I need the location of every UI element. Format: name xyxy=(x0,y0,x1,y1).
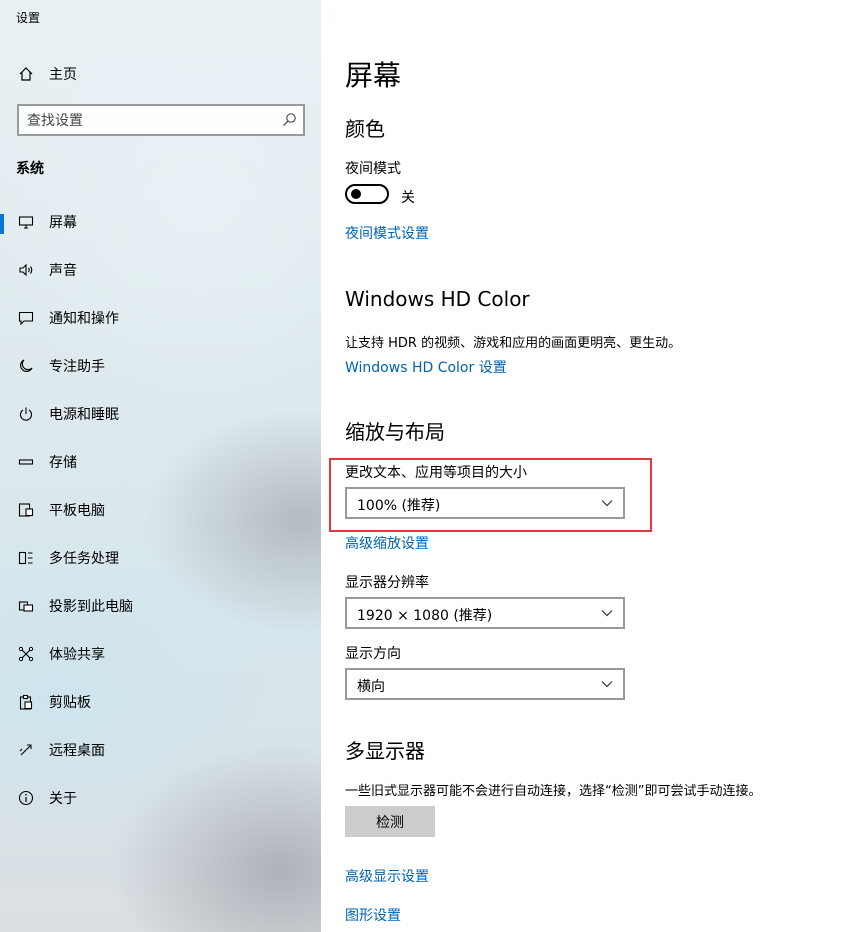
sidebar-item-home[interactable]: 主页 xyxy=(0,54,321,94)
scale-value: 100% (推荐) xyxy=(357,498,441,514)
sidebar-item-label: 剪贴板 xyxy=(49,695,91,711)
scale-dropdown[interactable]: 100% (推荐) xyxy=(345,487,625,519)
sidebar-item-notifications[interactable]: 通知和操作 xyxy=(0,298,321,338)
main-content: 屏幕 颜色 夜间模式 关 夜间模式设置 Windows HD Color 让支持… xyxy=(321,0,845,932)
orientation-dropdown[interactable]: 横向 xyxy=(345,668,625,700)
search-box[interactable] xyxy=(17,104,305,136)
advanced-display-settings-link[interactable]: 高级显示设置 xyxy=(345,866,429,886)
hdr-settings-link[interactable]: Windows HD Color 设置 xyxy=(345,357,507,377)
project-icon xyxy=(17,597,35,615)
sidebar-item-label: 电源和睡眠 xyxy=(49,407,119,423)
orientation-value: 横向 xyxy=(357,679,385,695)
sidebar-item-tablet[interactable]: 平板电脑 xyxy=(0,490,321,530)
sidebar-item-label: 多任务处理 xyxy=(49,551,119,567)
sidebar-item-display[interactable]: 屏幕 xyxy=(0,202,321,242)
sidebar-item-sound[interactable]: 声音 xyxy=(0,250,321,290)
sidebar-item-label: 存储 xyxy=(49,455,77,471)
section-heading-multiple-displays: 多显示器 xyxy=(345,739,425,763)
page-title: 屏幕 xyxy=(345,59,402,92)
graphics-settings-link[interactable]: 图形设置 xyxy=(345,905,401,925)
monitor-icon xyxy=(17,213,35,231)
advanced-scaling-link[interactable]: 高级缩放设置 xyxy=(345,533,429,553)
sidebar-item-label: 主页 xyxy=(49,67,77,83)
chevron-down-icon xyxy=(601,498,613,508)
search-icon[interactable] xyxy=(281,112,297,128)
night-mode-settings-link[interactable]: 夜间模式设置 xyxy=(345,223,429,243)
window-title: 设置 xyxy=(16,11,41,25)
chevron-down-icon xyxy=(601,608,613,618)
sidebar-item-label: 远程桌面 xyxy=(49,743,105,759)
speaker-icon xyxy=(17,261,35,279)
resolution-label: 显示器分辨率 xyxy=(345,575,429,591)
sidebar-item-label: 关于 xyxy=(49,791,77,807)
moon-icon xyxy=(17,357,35,375)
sidebar-item-label: 屏幕 xyxy=(49,215,77,231)
sidebar-item-shared-experiences[interactable]: 体验共享 xyxy=(0,634,321,674)
remote-desktop-icon xyxy=(17,741,35,759)
info-icon xyxy=(17,789,35,807)
sidebar-item-multitasking[interactable]: 多任务处理 xyxy=(0,538,321,578)
orientation-label: 显示方向 xyxy=(345,646,401,662)
sidebar: 设置 主页 系统 屏幕 声音 通知和操作 专注助手 xyxy=(0,0,321,932)
sidebar-item-label: 投影到此电脑 xyxy=(49,599,133,615)
night-mode-state: 关 xyxy=(401,190,415,206)
detect-button[interactable]: 检测 xyxy=(345,806,435,837)
multi-display-description: 一些旧式显示器可能不会进行自动连接，选择“检测”即可尝试手动连接。 xyxy=(345,784,762,799)
search-input[interactable] xyxy=(27,111,277,131)
chevron-down-icon xyxy=(601,679,613,689)
scale-label: 更改文本、应用等项目的大小 xyxy=(345,465,527,481)
sidebar-item-label: 通知和操作 xyxy=(49,311,119,327)
sidebar-item-storage[interactable]: 存储 xyxy=(0,442,321,482)
resolution-dropdown[interactable]: 1920 × 1080 (推荐) xyxy=(345,597,625,629)
sidebar-item-label: 声音 xyxy=(49,263,77,279)
sidebar-item-remote-desktop[interactable]: 远程桌面 xyxy=(0,730,321,770)
night-mode-toggle[interactable] xyxy=(345,184,389,204)
section-heading-hdr: Windows HD Color xyxy=(345,287,530,311)
sidebar-item-focus-assist[interactable]: 专注助手 xyxy=(0,346,321,386)
sidebar-item-clipboard[interactable]: 剪贴板 xyxy=(0,682,321,722)
tablet-icon xyxy=(17,501,35,519)
sidebar-item-label: 体验共享 xyxy=(49,647,105,663)
sidebar-item-label: 平板电脑 xyxy=(49,503,105,519)
sidebar-item-project[interactable]: 投影到此电脑 xyxy=(0,586,321,626)
sidebar-item-power[interactable]: 电源和睡眠 xyxy=(0,394,321,434)
share-icon xyxy=(17,645,35,663)
night-mode-label: 夜间模式 xyxy=(345,161,401,177)
multitasking-icon xyxy=(17,549,35,567)
section-heading-scale: 缩放与布局 xyxy=(345,420,445,444)
storage-icon xyxy=(17,453,35,471)
section-heading-color: 颜色 xyxy=(345,117,385,141)
home-icon xyxy=(17,65,35,83)
power-icon xyxy=(17,405,35,423)
notification-icon xyxy=(17,309,35,327)
sidebar-item-label: 专注助手 xyxy=(49,359,105,375)
resolution-value: 1920 × 1080 (推荐) xyxy=(357,608,493,624)
section-label-system: 系统 xyxy=(16,161,44,177)
hdr-description: 让支持 HDR 的视频、游戏和应用的画面更明亮、更生动。 xyxy=(345,336,682,351)
clipboard-icon xyxy=(17,693,35,711)
sidebar-item-about[interactable]: 关于 xyxy=(0,778,321,818)
toggle-knob xyxy=(351,189,361,199)
